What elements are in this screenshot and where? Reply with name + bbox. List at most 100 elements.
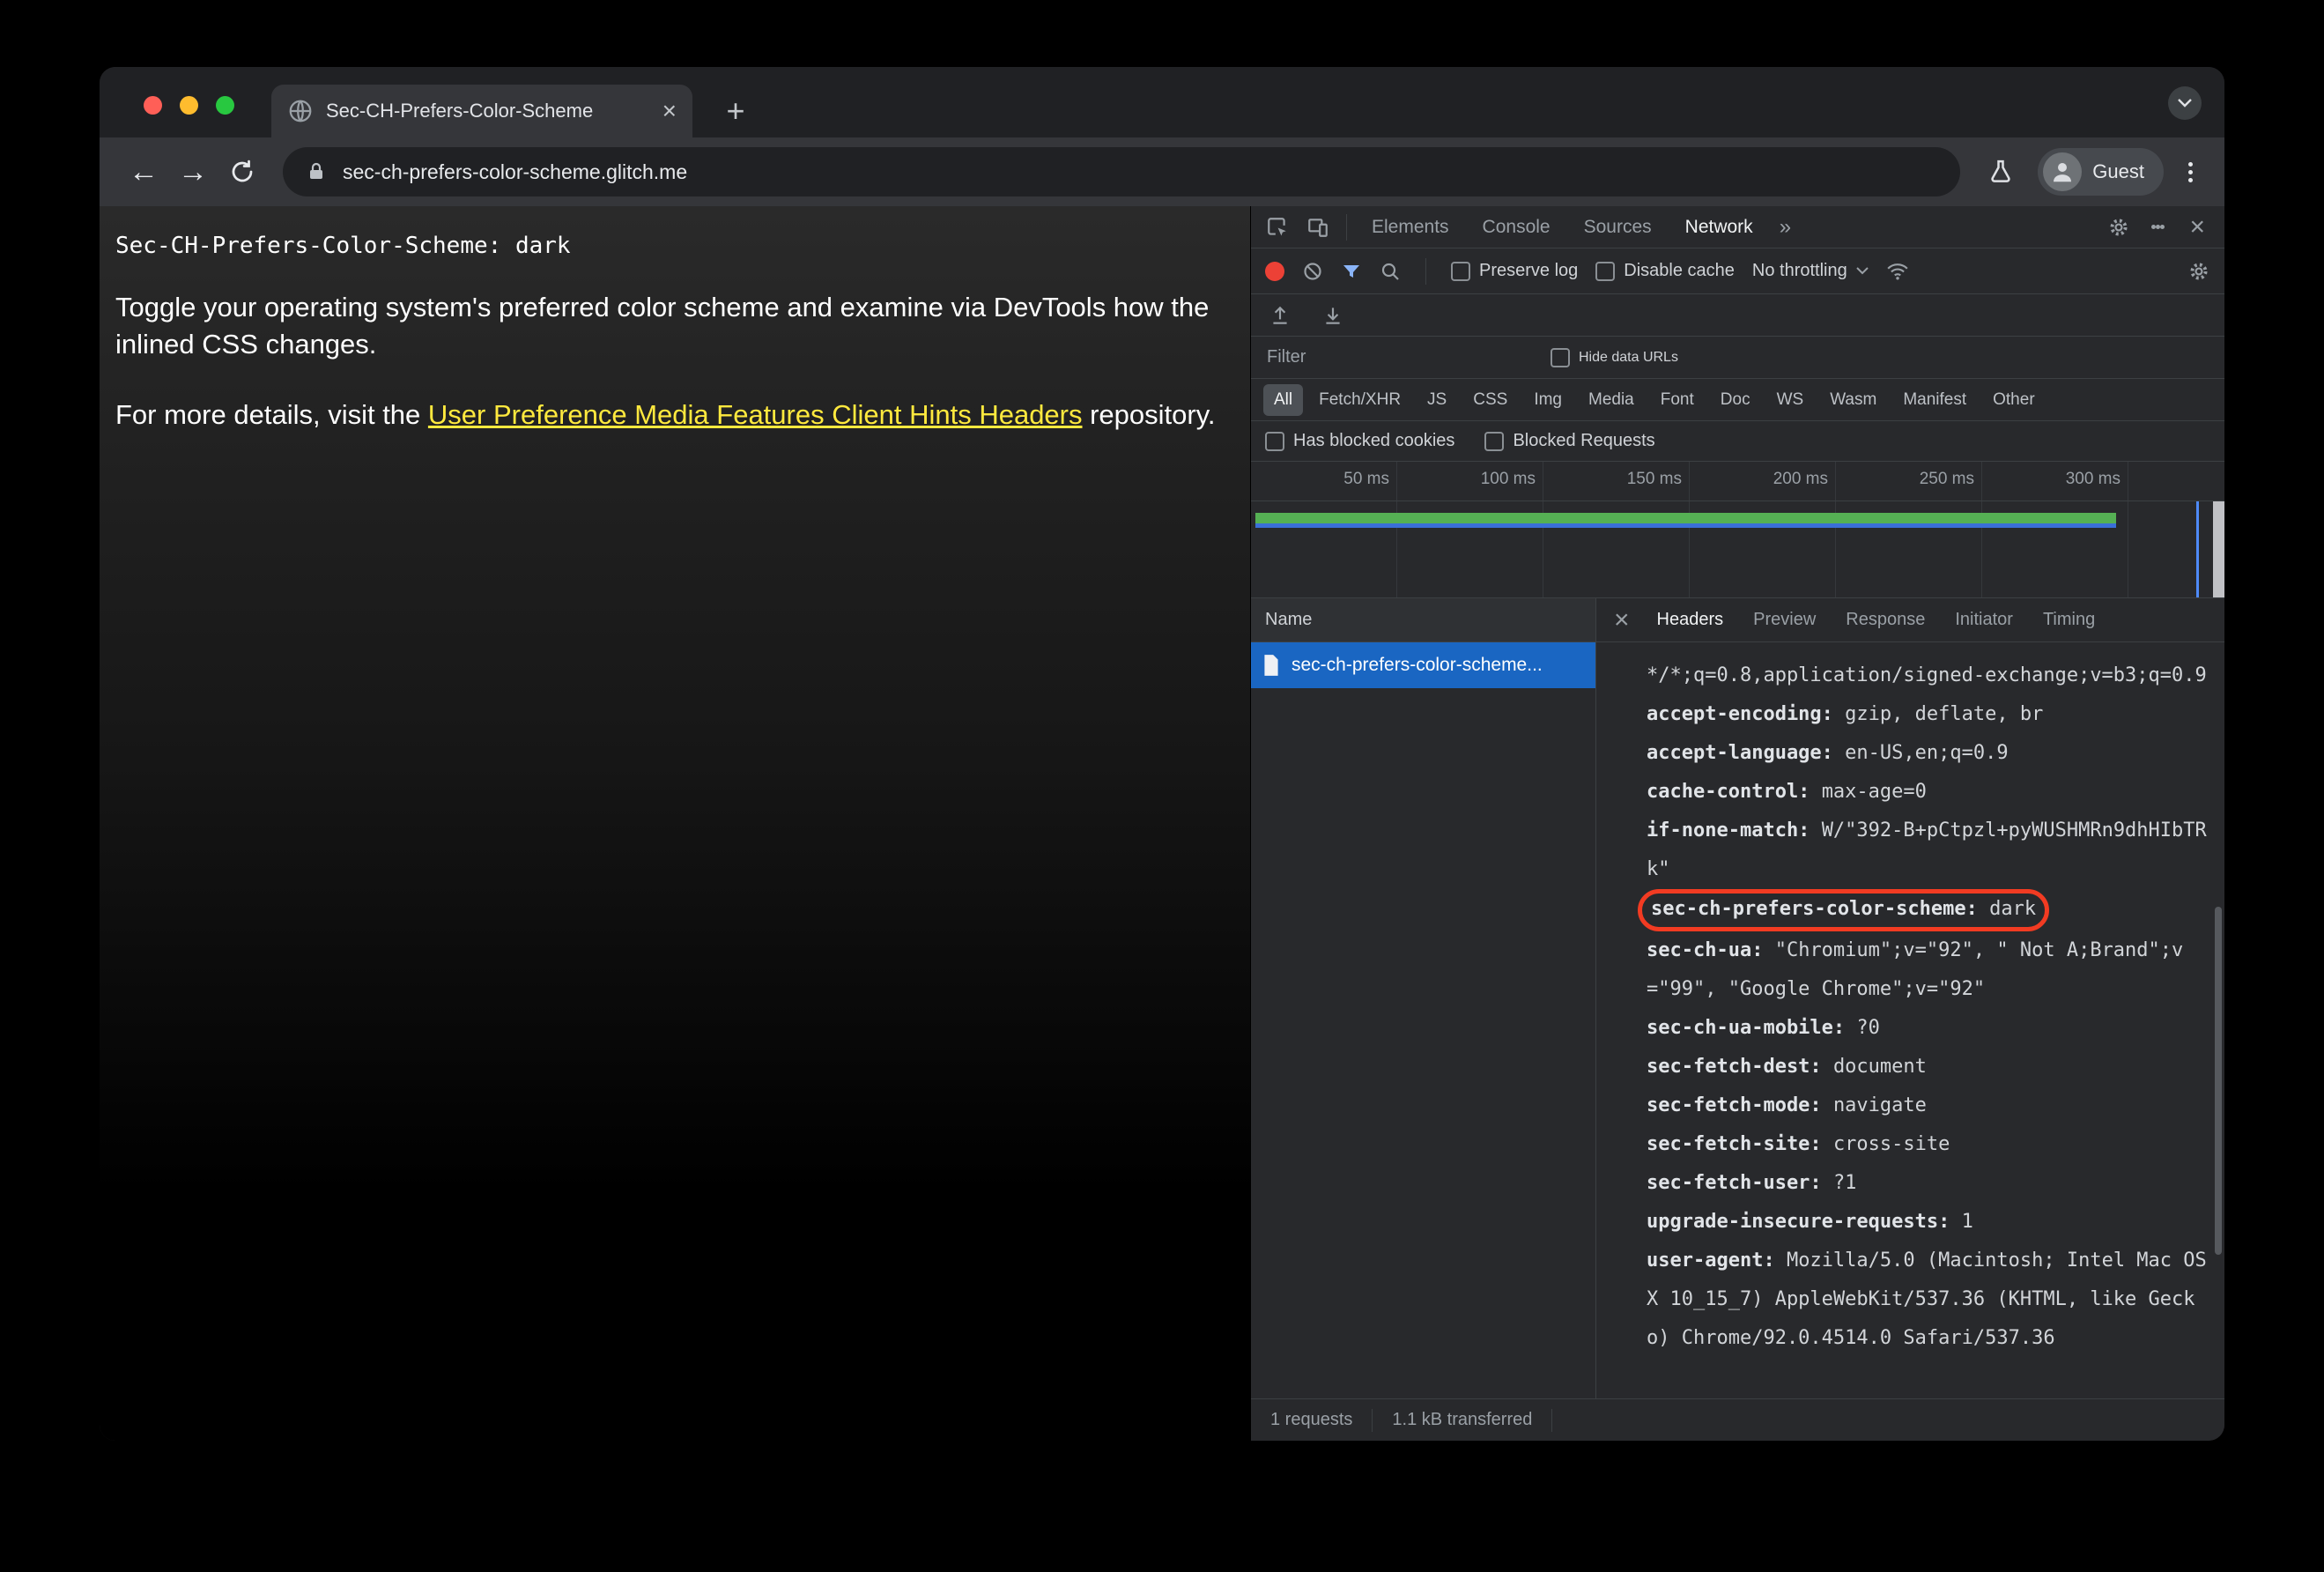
checkbox-icon [1451, 261, 1470, 281]
network-controls: Preserve log Disable cache No throttling [1251, 248, 2224, 294]
url-bar[interactable]: sec-ch-prefers-color-scheme.glitch.me [283, 147, 1961, 196]
pill-all[interactable]: All [1263, 383, 1304, 416]
checkbox-icon [1595, 261, 1616, 281]
checkbox-icon [1265, 431, 1284, 451]
tick-label: 100 ms [1480, 470, 1536, 488]
header-line: accept-encoding: gzip, deflate, br [1647, 703, 2044, 725]
tab-close-icon[interactable]: × [662, 99, 677, 123]
network-overview[interactable]: 50 ms 100 ms 150 ms 200 ms 250 ms 300 ms [1251, 462, 2224, 598]
pill-media[interactable]: Media [1578, 384, 1645, 416]
tab-response[interactable]: Response [1831, 598, 1940, 641]
header-line: sec-ch-ua-mobile: ?0 [1647, 1017, 1880, 1039]
devtools-settings-gear-icon[interactable] [2099, 210, 2138, 245]
load-event-line [2196, 501, 2199, 597]
web-page: Sec-CH-Prefers-Color-Scheme: dark Toggle… [100, 206, 1250, 1441]
network-settings-gear-icon[interactable] [2187, 260, 2210, 283]
header-line: user-agent: Mozilla/5.0 (Macintosh; Inte… [1647, 1249, 2207, 1349]
tab-headers[interactable]: Headers [1642, 598, 1739, 641]
minimize-window-button[interactable] [180, 96, 198, 115]
request-row[interactable]: sec-ch-prefers-color-scheme... [1251, 642, 1595, 688]
checkbox-icon [1484, 431, 1505, 451]
header-line: sec-ch-ua: "Chromium";v="92", " Not A;Br… [1647, 939, 2184, 1000]
close-details-icon[interactable]: × [1602, 606, 1642, 634]
overview-scroll-handle[interactable] [2213, 501, 2224, 597]
requests-table: Name sec-ch-prefers-color-scheme... [1251, 598, 1596, 1398]
hide-data-urls-checkbox[interactable]: Hide data URLs [1551, 347, 1678, 367]
record-icon[interactable] [1265, 261, 1284, 281]
pill-ws[interactable]: WS [1766, 384, 1815, 416]
disable-cache-checkbox[interactable]: Disable cache [1595, 261, 1735, 281]
blocked-requests-checkbox[interactable]: Blocked Requests [1484, 431, 1655, 451]
chevron-down-icon [1856, 267, 1869, 275]
name-column-header[interactable]: Name [1251, 598, 1595, 642]
devtools-panel: Elements Console Sources Network » × Pre… [1250, 206, 2224, 1441]
tab-preview[interactable]: Preview [1738, 598, 1831, 641]
more-tabs-icon[interactable]: » [1771, 215, 1800, 240]
pill-img[interactable]: Img [1523, 384, 1573, 416]
pill-other[interactable]: Other [1982, 384, 2046, 416]
has-blocked-cookies-checkbox[interactable]: Has blocked cookies [1265, 431, 1454, 451]
pill-js[interactable]: JS [1417, 384, 1457, 416]
tab-strip: Sec-CH-Prefers-Color-Scheme × + [100, 67, 2224, 137]
devtools-menu-icon[interactable] [2138, 210, 2177, 245]
network-status-bar: 1 requests 1.1 kB transferred [1251, 1398, 2224, 1441]
favicon-globe-icon [287, 98, 314, 124]
forward-icon[interactable]: → [168, 147, 218, 196]
pill-wasm[interactable]: Wasm [1819, 384, 1887, 416]
filter-row: Hide data URLs [1251, 337, 2224, 379]
filter-input[interactable] [1265, 346, 1529, 368]
device-toolbar-icon[interactable] [1299, 210, 1337, 245]
transferred-size: 1.1 kB transferred [1392, 1410, 1533, 1429]
inspect-element-icon[interactable] [1258, 210, 1297, 245]
tab-elements[interactable]: Elements [1356, 206, 1465, 248]
new-tab-button[interactable]: + [716, 92, 755, 130]
tab-sources[interactable]: Sources [1568, 206, 1668, 248]
filter-funnel-icon[interactable] [1341, 261, 1362, 282]
pill-fetch-xhr[interactable]: Fetch/XHR [1308, 384, 1411, 416]
pill-doc[interactable]: Doc [1710, 384, 1761, 416]
pill-font[interactable]: Font [1650, 384, 1705, 416]
header-line: sec-fetch-dest: document [1647, 1056, 1927, 1078]
type-filter-pills: All Fetch/XHR JS CSS Img Media Font Doc … [1251, 379, 2224, 421]
tick-label: 200 ms [1773, 470, 1828, 488]
tab-network[interactable]: Network [1669, 206, 1769, 248]
header-line: sec-fetch-user: ?1 [1647, 1172, 1857, 1194]
lock-icon[interactable] [306, 161, 327, 182]
close-window-button[interactable] [144, 96, 162, 115]
clear-icon[interactable] [1302, 261, 1323, 282]
tab-title: Sec-CH-Prefers-Color-Scheme [326, 100, 594, 122]
back-icon[interactable]: ← [119, 147, 168, 196]
tick-label: 150 ms [1626, 470, 1682, 488]
request-details: × Headers Preview Response Initiator Tim… [1596, 598, 2224, 1398]
fullscreen-window-button[interactable] [216, 96, 234, 115]
pill-css[interactable]: CSS [1462, 384, 1518, 416]
browser-menu-icon[interactable] [2176, 159, 2205, 186]
blocked-row: Has blocked cookies Blocked Requests [1251, 421, 2224, 462]
requests-count: 1 requests [1270, 1410, 1353, 1429]
tab-initiator[interactable]: Initiator [1940, 598, 2028, 641]
search-icon[interactable] [1380, 261, 1401, 282]
header-line: upgrade-insecure-requests: 1 [1647, 1211, 1973, 1233]
document-icon [1262, 654, 1281, 677]
avatar [2043, 152, 2083, 191]
export-har-icon[interactable] [1321, 304, 1344, 327]
traffic-lights [144, 96, 234, 115]
tab-search-chevron-icon[interactable] [2168, 86, 2202, 120]
header-line: sec-fetch-site: cross-site [1647, 1133, 1950, 1155]
request-name: sec-ch-prefers-color-scheme... [1292, 655, 1543, 675]
import-har-icon[interactable] [1269, 304, 1292, 327]
preserve-log-checkbox[interactable]: Preserve log [1451, 261, 1578, 281]
devtools-close-icon[interactable]: × [2177, 213, 2217, 241]
pill-manifest[interactable]: Manifest [1892, 384, 1977, 416]
red-highlight-oval: sec-ch-prefers-color-scheme: dark [1638, 889, 2050, 931]
profile-button[interactable]: Guest [2038, 148, 2164, 196]
tab-timing[interactable]: Timing [2028, 598, 2110, 641]
reload-icon[interactable] [218, 147, 267, 196]
network-conditions-icon[interactable] [1886, 260, 1909, 283]
throttling-select[interactable]: No throttling [1752, 261, 1869, 281]
beaker-icon[interactable] [1976, 147, 2025, 196]
scrollbar-thumb[interactable] [2215, 907, 2222, 1255]
client-hints-repo-link[interactable]: User Preference Media Features Client Hi… [428, 399, 1083, 430]
tab-console[interactable]: Console [1467, 206, 1566, 248]
browser-tab[interactable]: Sec-CH-Prefers-Color-Scheme × [271, 85, 692, 137]
